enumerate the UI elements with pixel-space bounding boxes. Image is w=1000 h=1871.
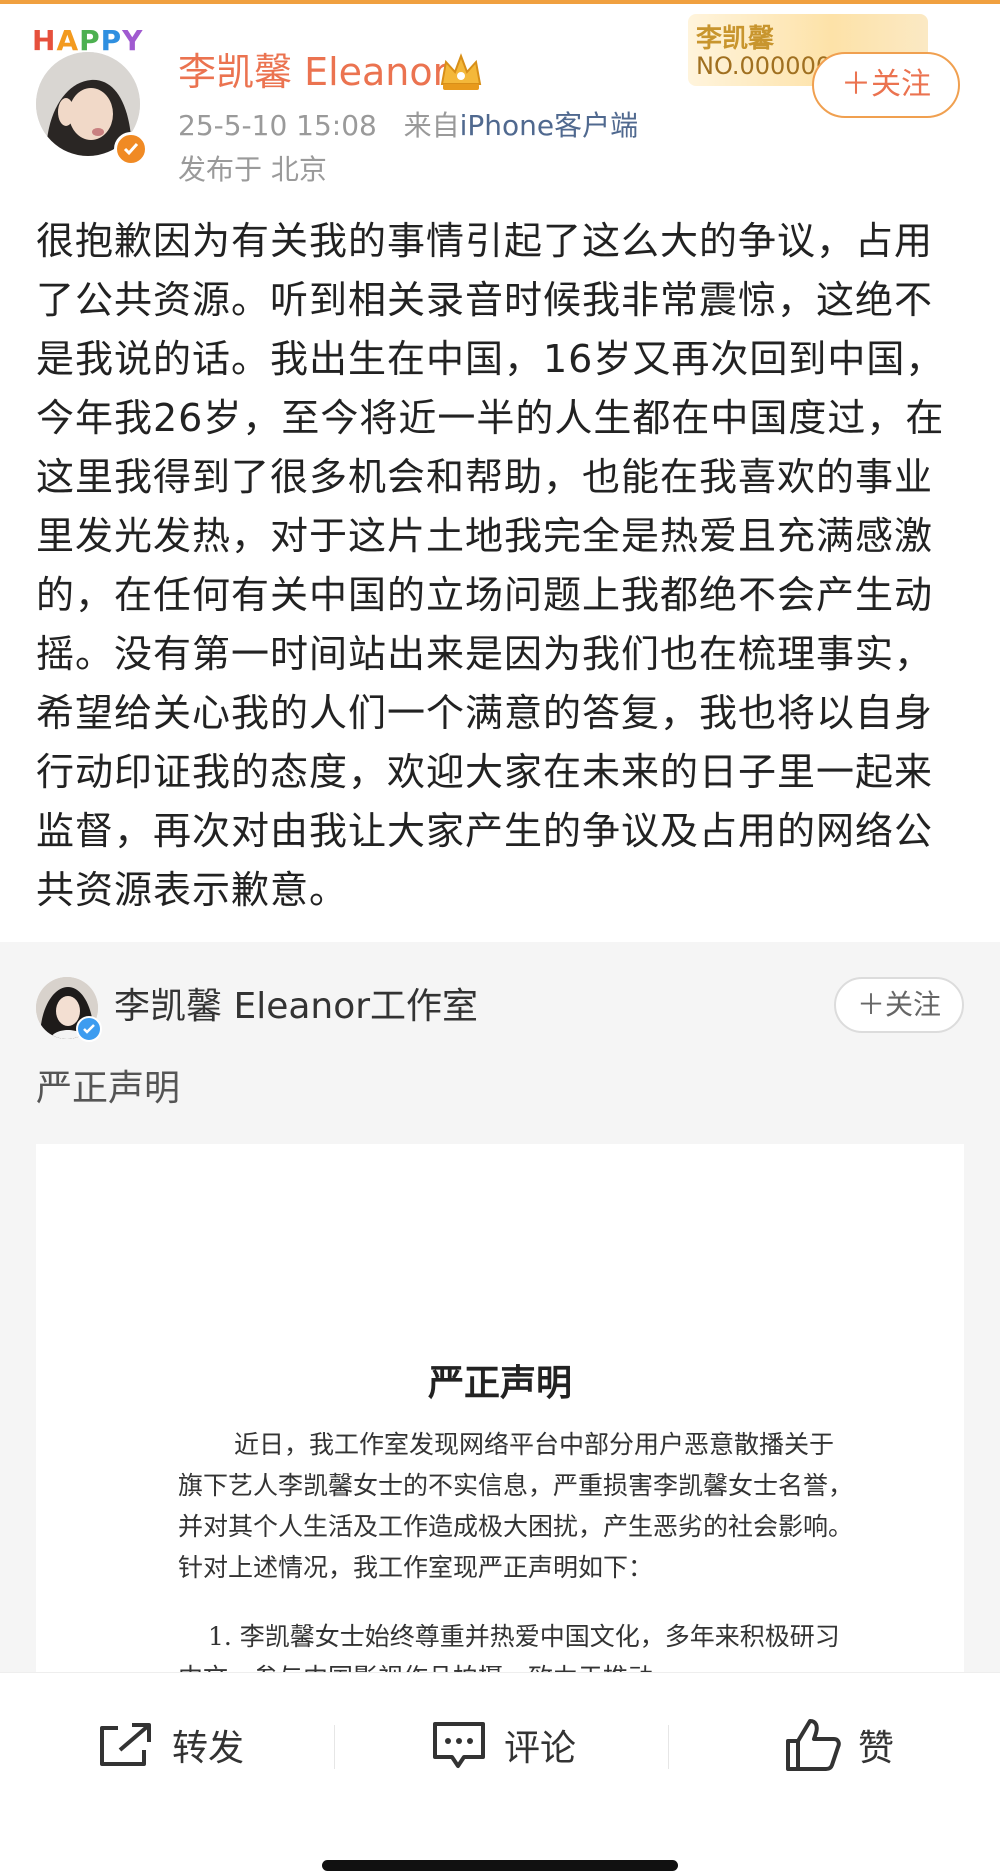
post-body-text: 很抱歉因为有关我的事情引起了这么大的争议，占用了公共资源。听到相关录音时候我非常… <box>36 219 945 912</box>
comment-button[interactable]: 评论 <box>430 1713 576 1777</box>
statement-title: 严正声明 <box>427 1362 572 1404</box>
like-label: 赞 <box>858 1728 895 1769</box>
quoted-username[interactable]: 李凯馨 Eleanor工作室 <box>114 984 478 1030</box>
vip-card-name: 李凯馨 <box>696 24 775 54</box>
statement-body: 近日，我工作室发现网络平台中部分用户恶意散播关于旗下艺人李凯馨女士的不实信息，严… <box>178 1424 858 1672</box>
author-username[interactable]: 李凯馨 Eleanor <box>178 50 448 94</box>
comment-label: 评论 <box>504 1728 577 1769</box>
statement-item-1: 1. 李凯馨女士始终尊重并热爱中国文化，多年来积极研习中文，参与中国影视作品拍摄… <box>178 1622 840 1672</box>
home-indicator[interactable] <box>322 1860 678 1871</box>
top-accent-line <box>0 0 1000 4</box>
follow-button[interactable]: ＋关注 <box>812 52 960 118</box>
repost-label: 转发 <box>172 1728 245 1769</box>
share-icon <box>100 1723 151 1766</box>
author-avatar-block[interactable]: HAPPY <box>32 24 148 166</box>
repost-button[interactable]: 转发 <box>96 1713 244 1777</box>
verified-icon <box>76 1016 102 1042</box>
post-location: 发布于 北京 <box>178 153 327 186</box>
like-icon <box>786 1719 841 1771</box>
statement-paragraph: 近日，我工作室发现网络平台中部分用户恶意散播关于旗下艺人李凯馨女士的不实信息，严… <box>178 1430 854 1582</box>
divider <box>668 1725 669 1769</box>
post-meta: 25-5-10 15:08 来自iPhone客户端 <box>178 108 638 144</box>
comment-icon <box>433 1722 485 1768</box>
quoted-post[interactable]: 李凯馨 Eleanor工作室 ＋关注 严正声明 严正声明 近日，我工作室发现网络… <box>0 942 1000 1672</box>
quoted-text: 严正声明 <box>36 1068 181 1109</box>
action-bar: 转发 评论 赞 <box>0 1672 1000 1823</box>
statement-image[interactable]: 严正声明 近日，我工作室发现网络平台中部分用户恶意散播关于旗下艺人李凯馨女士的不… <box>36 1144 964 1672</box>
verified-icon <box>114 132 148 166</box>
source-client-link[interactable]: iPhone客户端 <box>460 109 639 142</box>
post-date: 25-5-10 15:08 <box>178 109 377 142</box>
crown-icon[interactable] <box>438 50 484 94</box>
vip-card-number: NO.000000 <box>696 52 832 80</box>
happy-badge: HAPPY <box>32 24 144 57</box>
source-prefix: 来自 <box>403 109 460 142</box>
divider <box>334 1725 335 1769</box>
like-button[interactable]: 赞 <box>784 1713 894 1777</box>
quoted-follow-button[interactable]: ＋关注 <box>834 977 964 1033</box>
